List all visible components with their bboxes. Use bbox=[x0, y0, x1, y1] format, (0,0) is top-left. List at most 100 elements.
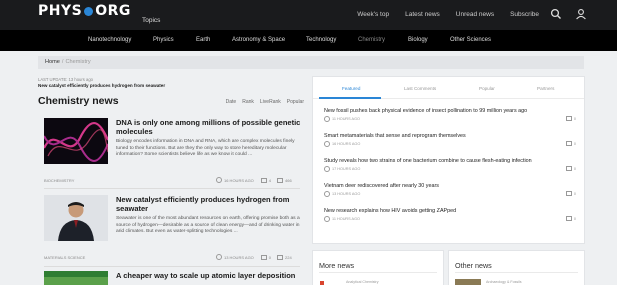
featured-panel: Featured Last Comments Popular Partners … bbox=[312, 76, 585, 244]
search-icon[interactable] bbox=[550, 8, 562, 20]
nav-item-nanotechnology[interactable]: Nanotechnology bbox=[88, 37, 131, 43]
breadcrumb: Home / Chemistry bbox=[38, 56, 584, 69]
last-update-label: LAST UPDATE: 13 hours ago bbox=[38, 77, 94, 82]
featured-item-title[interactable]: Vietnam deer rediscovered after nearly 3… bbox=[324, 183, 576, 189]
article-item: New catalyst efficiently produces hydrog… bbox=[44, 195, 300, 261]
breadcrumb-separator: / bbox=[61, 59, 64, 65]
featured-time-text: 11 HOURS AGO bbox=[332, 217, 360, 221]
nav-item-biology[interactable]: Biology bbox=[408, 37, 428, 43]
breadcrumb-current: Chemistry bbox=[65, 59, 91, 65]
featured-item[interactable]: Vietnam deer rediscovered after nearly 3… bbox=[324, 183, 576, 197]
share-icon[interactable] bbox=[277, 254, 284, 260]
featured-item-title[interactable]: New fossil pushes back physical evidence… bbox=[324, 108, 576, 114]
clock-icon bbox=[324, 216, 330, 222]
nav-item-earth[interactable]: Earth bbox=[196, 37, 210, 43]
tab-partners[interactable]: Partners bbox=[537, 86, 554, 91]
featured-comment-count: 0 bbox=[573, 191, 576, 196]
nav-item-physics[interactable]: Physics bbox=[153, 37, 174, 43]
article-meta: 13 HOURS AGO 0 224 bbox=[216, 254, 292, 260]
user-icon[interactable] bbox=[575, 8, 587, 20]
logo-dot-icon bbox=[84, 7, 94, 16]
featured-comment-count: 0 bbox=[573, 141, 576, 146]
article-comments: 4 bbox=[268, 177, 272, 183]
nav-item-astronomy-space[interactable]: Astronomy & Space bbox=[232, 37, 285, 43]
article-item: A cheaper way to scale up atomic layer d… bbox=[44, 271, 300, 285]
featured-comment-count: 0 bbox=[573, 116, 576, 121]
tab-popular[interactable]: Popular bbox=[479, 86, 495, 91]
latest-news-link[interactable]: Latest news bbox=[405, 11, 440, 18]
comment-icon bbox=[565, 116, 572, 121]
article-meta: 16 HOURS AGO 4 466 bbox=[216, 177, 292, 183]
article-shares: 224 bbox=[285, 254, 292, 260]
comment-icon bbox=[565, 216, 572, 221]
site-logo[interactable]: PHYS ORG bbox=[38, 3, 131, 19]
featured-item-title[interactable]: Study reveals how two strains of one bac… bbox=[324, 158, 576, 164]
featured-item-time: 17 HOURS AGO bbox=[324, 166, 360, 172]
featured-comment-count: 0 bbox=[573, 216, 576, 221]
more-news-category[interactable]: Analytical Chemistry bbox=[346, 280, 379, 284]
featured-comment-count: 0 bbox=[573, 166, 576, 171]
featured-time-text: 17 HOURS AGO bbox=[332, 167, 361, 171]
featured-item-time: 16 HOURS AGO bbox=[324, 141, 360, 147]
sort-popular[interactable]: Popular bbox=[287, 99, 304, 105]
clock-icon bbox=[216, 254, 222, 260]
logo-left: PHYS bbox=[38, 3, 83, 19]
other-news-category[interactable]: Archaeology & Fossils bbox=[486, 280, 522, 284]
category-nav: Nanotechnology Physics Earth Astronomy &… bbox=[0, 30, 617, 51]
article-divider bbox=[44, 266, 300, 267]
sort-date[interactable]: Date bbox=[226, 99, 237, 105]
tab-last-comments[interactable]: Last Comments bbox=[404, 86, 436, 91]
featured-item[interactable]: Smart metamaterials that sense and repro… bbox=[324, 133, 576, 147]
sort-rank[interactable]: Rank bbox=[242, 99, 254, 105]
featured-item-comments: 0 bbox=[565, 116, 576, 121]
unread-news-link[interactable]: Unread news bbox=[456, 11, 494, 18]
article-snippet: Biology encodes information in DNA and R… bbox=[116, 139, 295, 158]
last-update-headline[interactable]: New catalyst efficiently produces hydrog… bbox=[38, 83, 165, 88]
page-title: Chemistry news bbox=[38, 95, 119, 107]
featured-item-time: 13 HOURS AGO bbox=[324, 191, 360, 197]
article-thumbnail[interactable] bbox=[44, 271, 108, 285]
article-category[interactable]: Materials Science bbox=[44, 255, 85, 260]
article-shares: 466 bbox=[285, 177, 292, 183]
other-news-divider bbox=[455, 272, 578, 273]
article-thumbnail-portrait[interactable] bbox=[44, 195, 108, 241]
featured-item-title[interactable]: New research explains how HIV avoids get… bbox=[324, 208, 576, 214]
featured-time-text: 13 HOURS AGO bbox=[332, 192, 361, 196]
featured-item-comments: 0 bbox=[565, 191, 576, 196]
article-category[interactable]: Biochemistry bbox=[44, 178, 74, 183]
featured-time-text: 11 HOURS AGO bbox=[332, 117, 360, 121]
sort-liverank[interactable]: LiveRank bbox=[260, 99, 281, 105]
nav-item-chemistry[interactable]: Chemistry bbox=[358, 37, 385, 43]
featured-item-title[interactable]: Smart metamaterials that sense and repro… bbox=[324, 133, 576, 139]
featured-time-text: 16 HOURS AGO bbox=[332, 142, 361, 146]
nav-item-other-sciences[interactable]: Other Sciences bbox=[450, 37, 491, 43]
nav-item-technology[interactable]: Technology bbox=[306, 37, 336, 43]
other-news-thumbnail[interactable] bbox=[455, 279, 481, 285]
weeks-top-link[interactable]: Week's top bbox=[357, 11, 389, 18]
topics-link[interactable]: Topics bbox=[142, 17, 160, 24]
share-icon[interactable] bbox=[277, 177, 284, 183]
clock-icon bbox=[216, 177, 222, 183]
subscribe-link[interactable]: Subscribe bbox=[510, 11, 539, 18]
article-title[interactable]: New catalyst efficiently produces hydrog… bbox=[116, 195, 304, 213]
breadcrumb-home[interactable]: Home bbox=[45, 59, 60, 65]
article-title[interactable]: A cheaper way to scale up atomic layer d… bbox=[116, 271, 304, 280]
comment-icon bbox=[565, 191, 572, 196]
top-bar: PHYS ORG Topics Week's top Latest news Un… bbox=[0, 0, 617, 30]
tab-featured[interactable]: Featured bbox=[342, 86, 360, 91]
more-news-title: More news bbox=[319, 261, 355, 270]
article-title[interactable]: DNA is only one among millions of possib… bbox=[116, 118, 304, 136]
more-news-thumbnail[interactable] bbox=[320, 281, 324, 285]
featured-item[interactable]: New research explains how HIV avoids get… bbox=[324, 208, 576, 222]
other-news-panel: Other news Archaeology & Fossils bbox=[448, 250, 585, 285]
featured-item[interactable]: New fossil pushes back physical evidence… bbox=[324, 108, 576, 122]
clock-icon bbox=[324, 141, 330, 147]
article-thumbnail-dna[interactable] bbox=[44, 118, 108, 164]
featured-item-comments: 0 bbox=[565, 166, 576, 171]
featured-item[interactable]: Study reveals how two strains of one bac… bbox=[324, 158, 576, 172]
sort-options: Date Rank LiveRank Popular bbox=[226, 99, 304, 105]
clock-icon bbox=[324, 166, 330, 172]
clock-icon bbox=[324, 191, 330, 197]
comment-icon bbox=[260, 177, 267, 183]
featured-item-comments: 0 bbox=[565, 141, 576, 146]
